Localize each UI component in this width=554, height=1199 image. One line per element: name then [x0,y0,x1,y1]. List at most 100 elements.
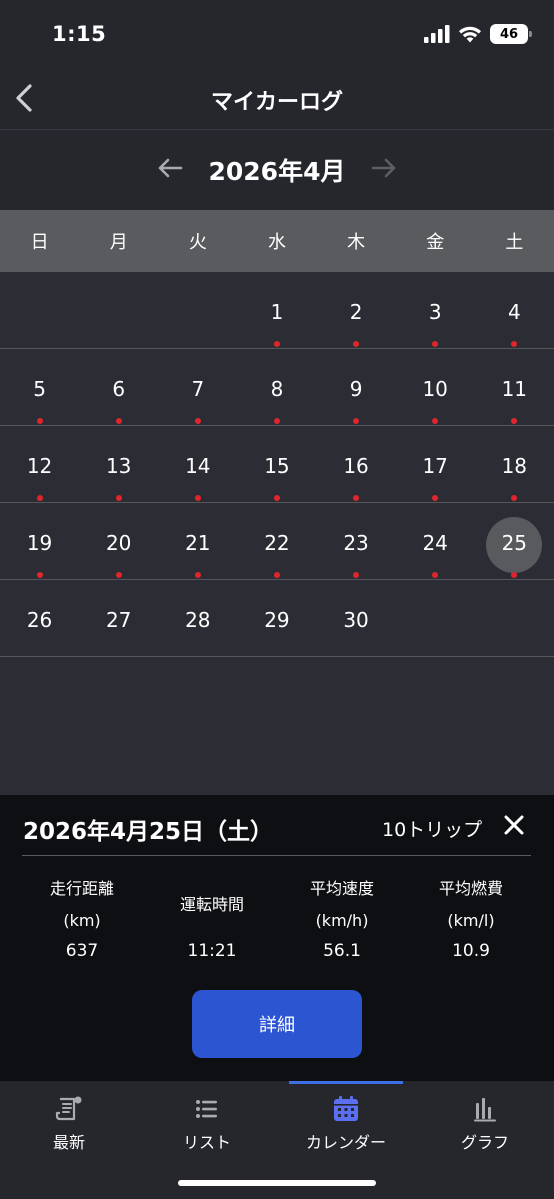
calendar-day[interactable]: 4 [475,272,554,348]
day-number: 30 [343,608,369,632]
log-indicator-dot [353,418,360,424]
calendar-day[interactable]: 10 [396,349,475,425]
day-number: 17 [422,454,448,478]
weekday-label: 木 [347,232,366,253]
calendar-day[interactable]: 8 [237,349,316,425]
log-indicator-dot [115,572,122,578]
calendar-empty-cell [158,272,237,348]
calendar-day[interactable]: 21 [158,503,237,579]
tab-list[interactable]: リスト [138,1093,276,1153]
day-number: 21 [185,531,211,555]
day-number: 28 [185,608,211,632]
calendar-day[interactable]: 9 [317,349,396,425]
day-number: 27 [105,608,132,632]
calendar-day[interactable]: 25 [475,503,554,579]
calendar-day[interactable]: 5 [0,349,79,425]
day-number: 6 [112,377,126,401]
day-number: 22 [264,531,290,555]
calendar-day[interactable]: 22 [237,503,316,579]
close-icon [504,815,524,835]
calendar-day[interactable]: 24 [396,503,475,579]
signal-icon [424,25,450,43]
close-button[interactable] [500,811,528,839]
log-indicator-dot [36,572,43,578]
day-number: 29 [264,608,290,632]
stat-unit: (km/h) [315,911,369,930]
day-number: 1 [270,300,284,324]
status-icons: 46 [424,23,532,45]
weekday-label: 水 [267,232,286,253]
calendar-day[interactable]: 16 [317,426,396,502]
day-number: 3 [428,300,442,324]
detail-date: 2026年4月25日（土） [23,819,274,845]
nav-bar: マイカーログ [0,66,554,130]
weekday-header: 日 月 火 水 木 金 土 [0,210,554,272]
calendar-day[interactable]: 29 [237,580,316,656]
month-selector: 2026年4月 [0,130,554,210]
calendar-empty-cell [79,272,158,348]
day-number: 5 [33,377,46,401]
log-indicator-dot [353,341,360,347]
log-indicator-dot [432,418,439,424]
stat-avg-fuel: 平均燃費 (km/l) 10.9 [406,873,536,961]
log-indicator-dot [432,341,439,347]
calendar-day[interactable]: 27 [79,580,158,656]
calendar-day[interactable]: 13 [79,426,158,502]
next-month-button[interactable] [368,152,400,184]
log-indicator-dot [273,495,280,501]
log-indicator-dot [432,495,439,501]
home-indicator [178,1180,376,1186]
calendar-day[interactable]: 2 [317,272,396,348]
log-indicator-dot [273,572,280,578]
status-time: 1:15 [52,22,107,46]
detail-button[interactable]: 詳細 [192,990,362,1058]
tab-label: 最新 [52,1133,85,1152]
calendar-day[interactable]: 1 [237,272,316,348]
day-number: 23 [343,531,369,555]
calendar-day[interactable]: 6 [79,349,158,425]
calendar-day[interactable]: 3 [396,272,475,348]
calendar-day[interactable]: 30 [317,580,396,656]
calendar-icon [334,1096,358,1121]
calendar-day[interactable]: 11 [475,349,554,425]
stat-value: 56.1 [323,941,361,961]
log-indicator-dot [115,495,122,501]
calendar-day[interactable]: 17 [396,426,475,502]
stat-value: 11:21 [187,941,237,961]
day-number: 12 [26,454,53,478]
stat-value: 637 [65,941,99,961]
month-title: 2026年4月 [208,157,346,186]
tab-latest[interactable]: 最新 [0,1093,138,1153]
day-number: 16 [343,454,369,478]
calendar-day[interactable]: 20 [79,503,158,579]
day-number: 19 [26,531,53,555]
log-indicator-dot [36,418,43,424]
weekday-label: 月 [109,232,128,253]
calendar-day[interactable]: 15 [237,426,316,502]
calendar-day[interactable]: 26 [0,580,79,656]
log-indicator-dot [511,418,518,424]
stat-avg-speed: 平均速度 (km/h) 56.1 [277,873,407,961]
tab-calendar[interactable]: カレンダー [277,1093,415,1153]
status-bar: 1:15 46 [0,0,554,66]
log-indicator-dot [194,495,201,501]
weekday-label: 日 [30,232,49,253]
list-icon [196,1100,217,1118]
tab-graph[interactable]: グラフ [416,1093,554,1153]
calendar-day[interactable]: 19 [0,503,79,579]
log-indicator-dot [353,495,360,501]
day-number: 10 [422,377,448,401]
calendar-week-row: 1 2 3 4 [0,272,554,349]
calendar-grid: 1 2 3 4 5 6 7 8 9 10 11 12 13 14 15 16 17 18 19 20 21 22 23 24 2… [0,272,554,657]
calendar-day[interactable]: 12 [0,426,79,502]
calendar-day[interactable]: 7 [158,349,237,425]
stat-label: 運転時間 [179,895,244,914]
weekday-label: 土 [505,232,524,253]
day-number: 14 [185,454,211,478]
calendar-day[interactable]: 28 [158,580,237,656]
calendar-day[interactable]: 14 [158,426,237,502]
calendar-day[interactable]: 18 [475,426,554,502]
arrow-right-icon [371,158,396,178]
day-number: 18 [501,454,528,478]
calendar-day[interactable]: 23 [317,503,396,579]
